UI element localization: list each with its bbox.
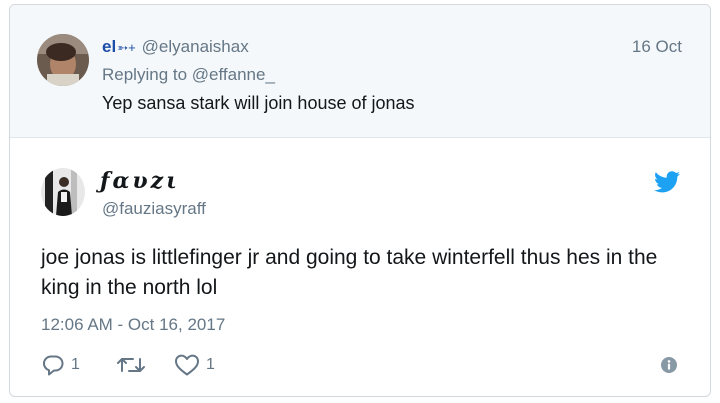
tweet-text: joe jonas is littlefinger jr and going t…: [41, 246, 658, 299]
like-count: 1: [206, 356, 215, 373]
retweet-button[interactable]: [116, 353, 146, 377]
name-emoji: ➳+: [117, 40, 136, 55]
avatar[interactable]: [41, 168, 85, 216]
parent-tweet[interactable]: el➳+ @elyanaishax 16 Oct Replying to @eff…: [10, 5, 710, 138]
twitter-bird-icon[interactable]: [654, 171, 680, 193]
reply-icon: [41, 353, 65, 377]
tweet-timestamp[interactable]: 12:06 AM - Oct 16, 2017: [41, 315, 225, 335]
reply-count: 1: [71, 356, 80, 373]
parent-name-row: el➳+ @elyanaishax: [102, 37, 249, 57]
retweet-icon: [116, 353, 146, 377]
info-icon[interactable]: [661, 357, 677, 373]
heart-icon: [174, 353, 200, 377]
tweet-actions: 1 1: [41, 353, 681, 379]
embedded-tweet-card: el➳+ @elyanaishax 16 Oct Replying to @eff…: [9, 4, 711, 397]
display-name[interactable]: ƒαυzι: [100, 168, 180, 194]
replying-to[interactable]: Replying to @effanne_: [102, 65, 275, 85]
tweet-text: Yep sansa stark will join house of jonas: [102, 93, 415, 113]
display-name[interactable]: el: [102, 37, 116, 56]
user-handle[interactable]: @fauziasyraff: [102, 199, 206, 219]
user-handle[interactable]: @elyanaishax: [142, 37, 249, 56]
avatar[interactable]: [37, 34, 89, 86]
tweet-date[interactable]: 16 Oct: [632, 37, 682, 57]
reply-button[interactable]: 1: [41, 353, 80, 377]
like-button[interactable]: 1: [174, 353, 215, 377]
